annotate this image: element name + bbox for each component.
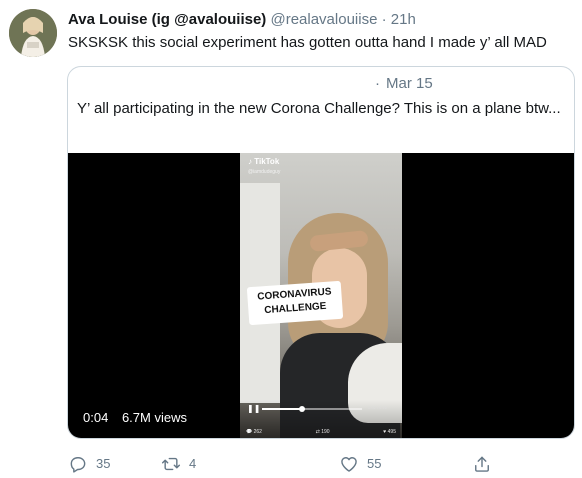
- video-duration: 0:04: [83, 410, 109, 425]
- avatar-photo: [9, 9, 57, 57]
- share-button[interactable]: [472, 454, 492, 474]
- quoted-tweet-header: · Mar 15: [68, 73, 574, 93]
- inner-stat-comments: 💬 262: [246, 429, 262, 435]
- inner-progress-knob: [299, 406, 305, 412]
- inner-timecode: 0:02 / 0:16: [368, 405, 387, 410]
- inner-progress-track: [262, 406, 362, 412]
- pause-icon: ❚❚: [247, 404, 261, 413]
- video-player[interactable]: ♪ TikTok @iamdudeguy CORONAVIRUS CHALLEN…: [68, 153, 574, 438]
- video-frame: ♪ TikTok @iamdudeguy CORONAVIRUS CHALLEN…: [240, 153, 402, 438]
- retweet-arrows-icon: [161, 457, 181, 471]
- tweet[interactable]: Ava Louise (ig @avalouiise) @realavaloui…: [0, 0, 582, 478]
- quoted-tweet[interactable]: · Mar 15 Y’ all participating in the new…: [67, 66, 575, 439]
- quoted-tweet-text: Y’ all participating in the new Corona C…: [77, 100, 561, 117]
- tweet-header: Ava Louise (ig @avalouiise) @realavaloui…: [68, 10, 416, 30]
- inner-stats: 💬 262 ⇄ 190 ♥ 495: [246, 428, 396, 436]
- heart-icon: [341, 457, 357, 472]
- reply-button[interactable]: 35: [68, 454, 110, 474]
- tweet-actions: 35 4 55: [68, 454, 508, 474]
- tiktok-username: @iamdudeguy: [248, 169, 281, 175]
- inner-stat-shares: ⇄ 190: [315, 429, 330, 435]
- video-info-overlay: 0:04 6.7M views: [83, 410, 187, 426]
- tweet-text: SKSKSK this social experiment has gotten…: [68, 34, 547, 51]
- tiktok-logo: ♪ TikTok: [248, 157, 280, 166]
- separator-dot: ·: [381, 11, 387, 28]
- inner-stat-likes: ♥ 495: [383, 429, 396, 435]
- video-view-count: 6.7M views: [121, 410, 187, 425]
- user-handle[interactable]: @realavalouiise: [270, 11, 377, 28]
- tweet-timestamp[interactable]: 21h: [391, 11, 416, 28]
- like-button[interactable]: 55: [339, 454, 381, 474]
- like-count: 55: [367, 456, 382, 471]
- share-upload-icon: [475, 456, 489, 472]
- avatar[interactable]: [9, 9, 57, 57]
- display-name[interactable]: Ava Louise (ig @avalouiise): [68, 11, 266, 28]
- challenge-sticker: CORONAVIRUS CHALLENGE: [246, 280, 344, 326]
- redacted-author: [78, 73, 378, 93]
- speech-bubble-icon: [70, 457, 86, 473]
- quoted-tweet-timestamp: Mar 15: [386, 75, 433, 92]
- retweet-button[interactable]: 4: [161, 454, 196, 474]
- reply-count: 35: [96, 456, 111, 471]
- retweet-count: 4: [189, 456, 197, 471]
- inner-progress-fill: [262, 408, 302, 410]
- separator-dot: ·: [375, 75, 380, 92]
